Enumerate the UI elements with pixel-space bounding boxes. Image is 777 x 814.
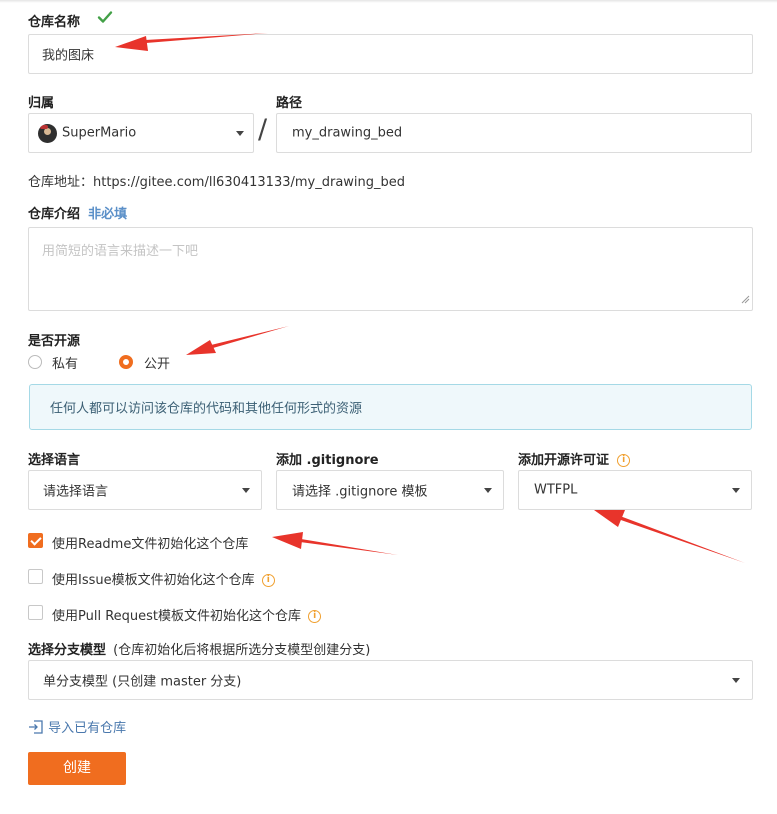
path-input[interactable]: my_drawing_bed: [276, 113, 752, 153]
chevron-down-icon: [236, 131, 244, 136]
issue-template-label-row: 使用Issue模板文件初始化这个仓库 i: [52, 569, 275, 588]
repo-name-input[interactable]: 我的图床: [28, 34, 753, 74]
gitignore-label: 添加 .gitignore: [276, 453, 379, 468]
branch-model-label-row: 选择分支模型 (仓库初始化后将根据所选分支模型创建分支): [28, 639, 370, 658]
check-icon: [97, 9, 113, 29]
license-label-row: 添加开源许可证 i: [518, 449, 631, 468]
repo-url: 仓库地址：https://gitee.com/ll630413133/my_dr…: [28, 175, 406, 190]
chevron-down-icon: [484, 488, 492, 493]
repo-name-label: 仓库名称: [28, 15, 81, 30]
private-label[interactable]: 私有: [52, 353, 78, 372]
import-repo-label: 导入已有仓库: [48, 721, 127, 736]
owner-select[interactable]: SuperMario: [28, 113, 254, 153]
description-placeholder: 用简短的语言来描述一下吧: [42, 244, 199, 259]
issue-template-label[interactable]: 使用Issue模板文件初始化这个仓库: [52, 573, 255, 588]
branch-model-hint: (仓库初始化后将根据所选分支模型创建分支): [113, 643, 371, 658]
license-select[interactable]: WTFPL: [518, 470, 752, 510]
branch-model-select[interactable]: 单分支模型 (只创建 master 分支): [28, 660, 753, 700]
import-icon: [28, 719, 44, 739]
language-label: 选择语言: [28, 453, 81, 468]
gitignore-value: 请选择 .gitignore 模板: [292, 484, 428, 500]
import-repo-link[interactable]: 导入已有仓库: [28, 717, 126, 739]
resize-handle[interactable]: [741, 293, 750, 308]
top-shadow: [0, 0, 777, 3]
pr-template-checkbox[interactable]: [28, 605, 43, 620]
description-textarea[interactable]: 用简短的语言来描述一下吧: [28, 227, 753, 311]
optional-tag: 非必填: [88, 207, 128, 222]
path-separator: /: [258, 114, 268, 145]
info-icon[interactable]: i: [261, 574, 275, 587]
pr-template-label[interactable]: 使用Pull Request模板文件初始化这个仓库: [52, 609, 301, 624]
annotation-arrow-readme: [272, 532, 398, 555]
owner-label: 归属: [28, 96, 55, 111]
public-radio[interactable]: [119, 355, 133, 369]
gitignore-select[interactable]: 请选择 .gitignore 模板: [276, 470, 504, 510]
annotation-arrow-visibility: [186, 326, 289, 355]
pr-template-label-row: 使用Pull Request模板文件初始化这个仓库 i: [52, 605, 322, 624]
visibility-notice: 任何人都可以访问该仓库的代码和其他任何形式的资源: [29, 384, 752, 430]
license-value: WTFPL: [534, 482, 578, 498]
branch-model-label: 选择分支模型: [28, 643, 107, 658]
private-radio[interactable]: [28, 355, 42, 369]
public-label[interactable]: 公开: [144, 353, 170, 372]
repo-name-value: 我的图床: [42, 48, 95, 64]
chevron-down-icon: [732, 678, 740, 683]
language-select[interactable]: 请选择语言: [28, 470, 262, 510]
visibility-label: 是否开源: [28, 334, 81, 349]
chevron-down-icon: [732, 488, 740, 493]
visibility-notice-text: 任何人都可以访问该仓库的代码和其他任何形式的资源: [50, 401, 363, 417]
info-icon[interactable]: i: [308, 610, 322, 623]
readme-checkbox[interactable]: [28, 533, 43, 548]
issue-template-checkbox[interactable]: [28, 569, 43, 584]
info-icon[interactable]: i: [617, 454, 631, 467]
path-label: 路径: [276, 96, 303, 111]
language-value: 请选择语言: [43, 484, 109, 500]
path-value: my_drawing_bed: [292, 125, 403, 141]
description-label: 仓库介绍: [28, 207, 81, 222]
avatar: [38, 124, 57, 143]
readme-label[interactable]: 使用Readme文件初始化这个仓库: [52, 533, 248, 552]
description-label-row: 仓库介绍 非必填: [28, 203, 127, 222]
create-button[interactable]: 创建: [28, 752, 126, 785]
branch-model-value: 单分支模型 (只创建 master 分支): [43, 674, 242, 690]
license-label: 添加开源许可证: [518, 453, 610, 468]
owner-value: SuperMario: [62, 125, 137, 141]
annotation-arrow-license: [594, 510, 745, 563]
chevron-down-icon: [242, 488, 250, 493]
